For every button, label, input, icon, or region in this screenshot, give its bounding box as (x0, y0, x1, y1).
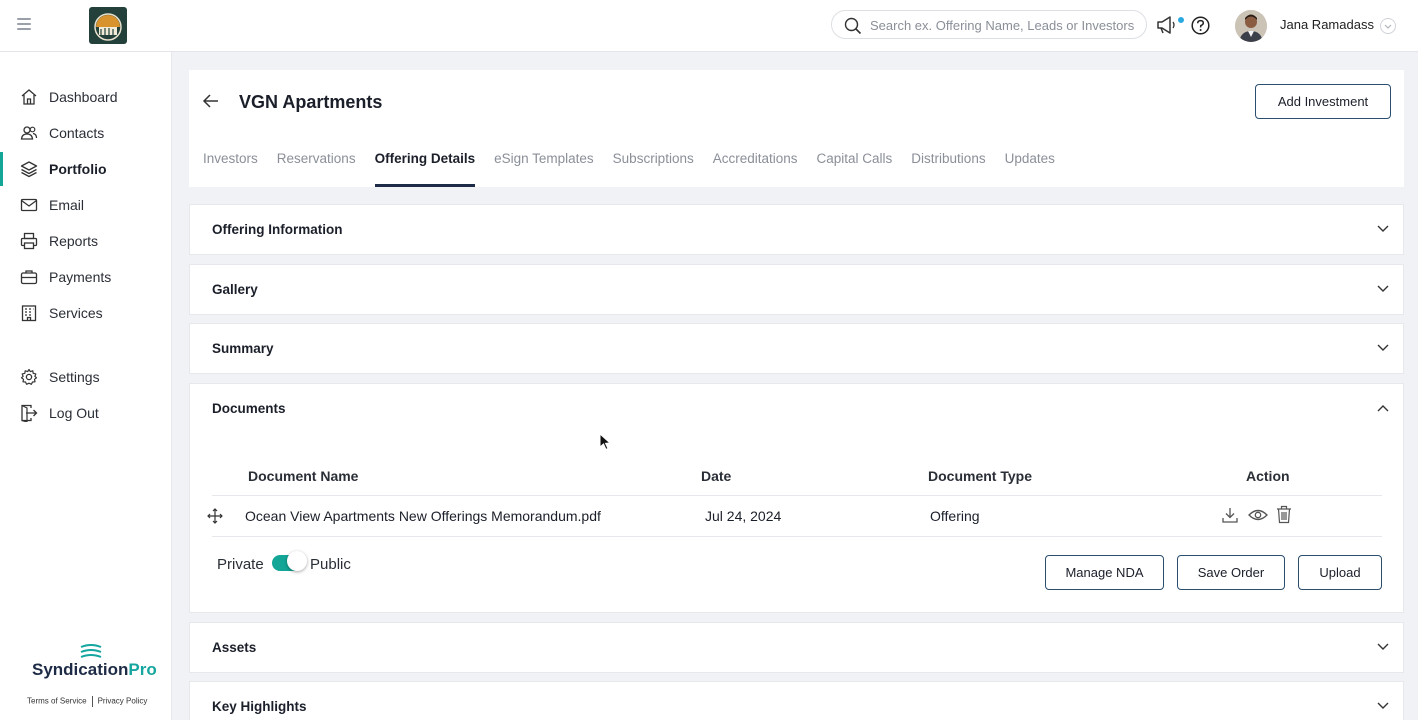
tab-distributions[interactable]: Distributions (911, 151, 985, 187)
tab-accreditations[interactable]: Accreditations (713, 151, 798, 187)
layers-icon (20, 161, 38, 178)
mail-icon (20, 198, 38, 212)
chevron-down-icon[interactable] (1380, 18, 1396, 34)
briefcase-icon (20, 270, 38, 285)
chevron-down-icon[interactable] (1377, 643, 1389, 651)
chevron-up-icon[interactable] (1377, 404, 1389, 412)
tab-offering-details[interactable]: Offering Details (374, 151, 475, 187)
sidebar-item-label: Dashboard (49, 89, 118, 105)
help-icon[interactable] (1191, 16, 1210, 40)
mouse-cursor (599, 433, 611, 451)
sidebar-item-contacts[interactable]: Contacts (0, 116, 172, 150)
back-arrow-icon[interactable] (202, 93, 220, 114)
tab-esign-templates[interactable]: eSign Templates (494, 151, 594, 187)
section-documents: Documents Document Name Date Document Ty… (189, 383, 1404, 613)
privacy-link[interactable]: Privacy Policy (98, 697, 148, 706)
upload-button[interactable]: Upload (1298, 555, 1382, 590)
sidebar-item-logout[interactable]: Log Out (0, 396, 172, 430)
section-title: Offering Information (212, 222, 343, 237)
section-title: Gallery (212, 282, 258, 297)
chevron-down-icon[interactable] (1377, 702, 1389, 710)
brand-logo: SyndicationPro (32, 660, 157, 680)
sidebar-item-email[interactable]: Email (0, 188, 172, 222)
public-label: Public (310, 556, 351, 573)
search-input[interactable] (870, 15, 1140, 35)
document-type: Offering (930, 508, 980, 524)
save-order-button[interactable]: Save Order (1177, 555, 1285, 590)
tab-subscriptions[interactable]: Subscriptions (613, 151, 694, 187)
section-gallery[interactable]: Gallery (189, 264, 1404, 315)
chevron-down-icon[interactable] (1377, 225, 1389, 233)
tab-capital-calls[interactable]: Capital Calls (817, 151, 893, 187)
sidebar-item-label: Log Out (49, 405, 99, 421)
sidebar-item-services[interactable]: Services (0, 296, 172, 330)
tab-investors[interactable]: Investors (203, 151, 258, 187)
search-icon (844, 17, 862, 35)
sidebar-item-label: Email (49, 197, 85, 213)
chevron-down-icon[interactable] (1377, 344, 1389, 352)
section-title: Summary (212, 341, 274, 356)
brand-accent: Pro (128, 660, 157, 679)
sidebar-item-label: Settings (49, 369, 100, 385)
drag-handle-icon[interactable] (207, 508, 223, 524)
column-header-document-name: Document Name (248, 468, 359, 484)
column-header-date: Date (701, 468, 732, 484)
page-title: VGN Apartments (239, 92, 383, 112)
avatar[interactable] (1235, 10, 1267, 42)
sidebar-item-payments[interactable]: Payments (0, 260, 172, 294)
contacts-icon (20, 126, 38, 140)
gear-icon (20, 368, 38, 385)
section-title: Assets (212, 640, 257, 655)
eye-icon[interactable] (1248, 508, 1268, 522)
footer-links: Terms of Service Privacy Policy (27, 696, 147, 707)
offering-header: VGN Apartments Add Investment Investors … (189, 70, 1404, 187)
private-label: Private (217, 556, 264, 573)
sidebar-item-label: Portfolio (49, 161, 107, 177)
section-offering-information[interactable]: Offering Information (189, 204, 1404, 255)
visibility-toggle-group: Private (217, 556, 264, 573)
sidebar-item-label: Reports (49, 233, 99, 249)
terms-link[interactable]: Terms of Service (27, 697, 87, 706)
section-title[interactable]: Documents (212, 401, 286, 416)
sidebar-item-label: Payments (49, 269, 112, 285)
tab-updates[interactable]: Updates (1005, 151, 1055, 187)
user-name[interactable]: Jana Ramadass (1280, 17, 1374, 32)
announcement-icon[interactable] (1156, 14, 1185, 41)
menu-icon[interactable] (17, 18, 31, 30)
sidebar-item-settings[interactable]: Settings (0, 360, 172, 394)
document-name[interactable]: Ocean View Apartments New Offerings Memo… (245, 508, 601, 524)
document-date: Jul 24, 2024 (705, 508, 782, 524)
sidebar-item-label: Contacts (49, 125, 105, 141)
sidebar: Dashboard Contacts Portfolio Email Repor… (0, 52, 172, 720)
tab-bar: Investors Reservations Offering Details … (203, 151, 1074, 187)
top-bar: Jana Ramadass (0, 0, 1418, 52)
sidebar-item-label: Services (49, 305, 103, 321)
logout-icon (21, 404, 38, 422)
column-header-action: Action (1246, 468, 1290, 484)
sidebar-item-portfolio[interactable]: Portfolio (0, 152, 172, 186)
tab-reservations[interactable]: Reservations (277, 151, 356, 187)
section-summary[interactable]: Summary (189, 323, 1404, 374)
section-title: Key Highlights (212, 699, 307, 714)
trash-icon[interactable] (1276, 505, 1292, 524)
printer-icon (20, 232, 38, 250)
sidebar-item-dashboard[interactable]: Dashboard (0, 80, 172, 114)
brand-name: Syndication (32, 660, 129, 679)
section-assets[interactable]: Assets (189, 622, 1404, 673)
search-box[interactable] (831, 10, 1147, 39)
brand-logo-icon (80, 644, 102, 658)
download-icon[interactable] (1221, 506, 1239, 524)
company-logo[interactable] (89, 7, 127, 44)
table-row: Ocean View Apartments New Offerings Memo… (207, 495, 1382, 537)
manage-nda-button[interactable]: Manage NDA (1045, 555, 1164, 590)
sidebar-item-reports[interactable]: Reports (0, 224, 172, 258)
building-icon (21, 305, 37, 322)
column-header-document-type: Document Type (928, 468, 1032, 484)
chevron-down-icon[interactable] (1377, 285, 1389, 293)
add-investment-button[interactable]: Add Investment (1255, 84, 1391, 119)
home-icon (21, 89, 37, 105)
visibility-toggle[interactable] (272, 551, 307, 571)
section-key-highlights[interactable]: Key Highlights (189, 681, 1404, 720)
